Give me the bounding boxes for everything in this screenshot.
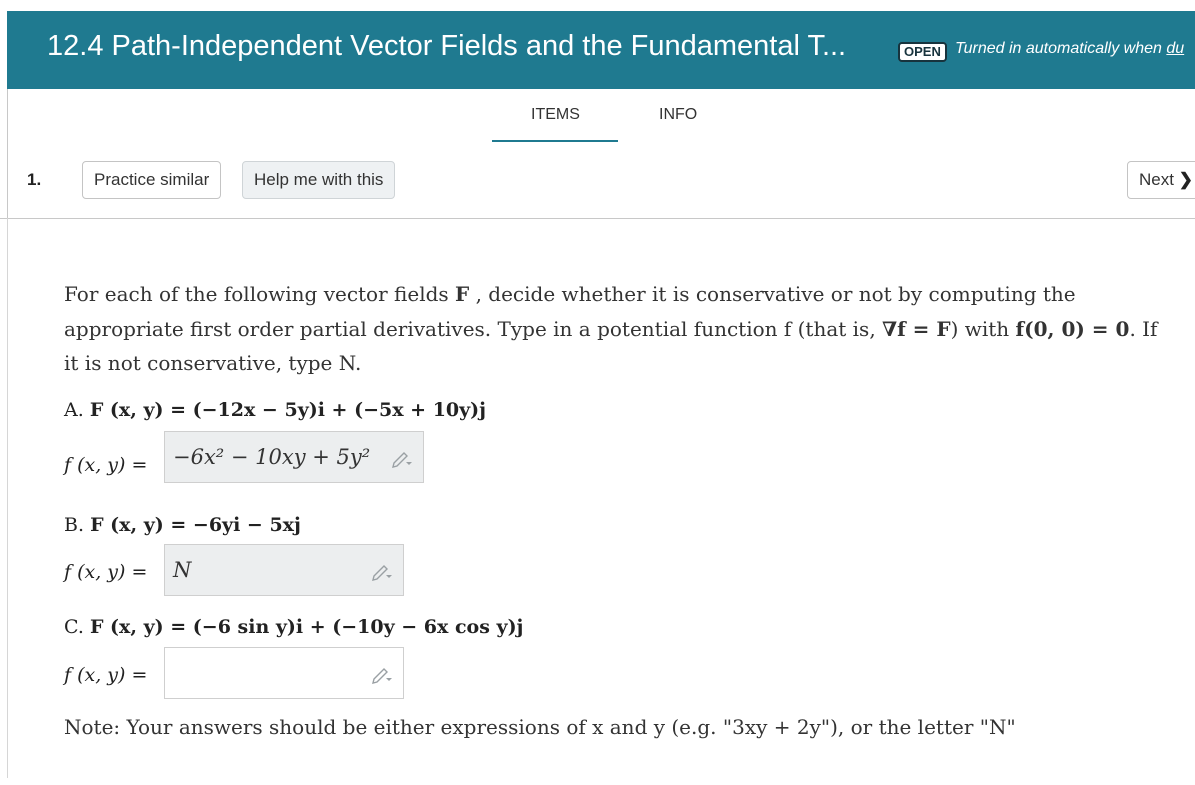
content-left-border: [7, 218, 8, 778]
intro-text-1: For each of the following vector fields: [64, 282, 456, 306]
assignment-title: 12.4 Path-Independent Vector Fields and …: [47, 30, 847, 62]
part-b-field: B. F (x, y) = −6yi − 5xj: [64, 514, 301, 536]
assignment-header: 12.4 Path-Independent Vector Fields and …: [7, 11, 1195, 89]
status-badge: OPEN: [898, 42, 947, 62]
toolbar-divider: [0, 218, 1195, 219]
part-b-answer-value: N: [173, 558, 192, 582]
part-a-answer-field[interactable]: −6x² − 10xy + 5y²: [164, 431, 424, 483]
initial-condition: f(0, 0) = 0: [1015, 316, 1130, 341]
next-button[interactable]: Next ❯: [1127, 161, 1195, 199]
part-c-f-label: f (x, y) =: [64, 664, 148, 686]
gradient-expression: ∇f = F: [882, 316, 951, 341]
tab-bar: ITEMS INFO: [0, 100, 1195, 144]
pencil-edit-icon[interactable]: [371, 664, 393, 684]
part-a-f-label: f (x, y) =: [64, 454, 148, 476]
status-text: Turned in automatically when du: [955, 40, 1184, 58]
part-b-f-label: f (x, y) =: [64, 561, 148, 583]
chevron-right-icon: ❯: [1178, 170, 1193, 189]
question-text: For each of the following vector fields …: [64, 277, 1174, 381]
part-a-field: A. F (x, y) = (−12x − 5y)i + (−5x + 10y)…: [64, 399, 486, 421]
part-c-letter: C.: [64, 616, 84, 638]
intro-text-3: ) with: [950, 316, 1016, 341]
practice-similar-button[interactable]: Practice similar: [82, 161, 222, 199]
status-prefix: Turned in automatically when: [955, 40, 1167, 57]
tab-info[interactable]: INFO: [659, 106, 697, 124]
part-c-answer-field[interactable]: [164, 647, 404, 699]
next-label: Next: [1139, 170, 1174, 189]
part-b-expression: F (x, y) = −6yi − 5xj: [90, 514, 301, 536]
status-link[interactable]: du: [1166, 40, 1184, 57]
part-b-answer-field[interactable]: N: [164, 544, 404, 596]
note-text: Note: Your answers should be either expr…: [64, 715, 1016, 739]
part-a-expression: F (x, y) = (−12x − 5y)i + (−5x + 10y)j: [89, 399, 487, 421]
part-c-field: C. F (x, y) = (−6 sin y)i + (−10y − 6x c…: [64, 616, 523, 638]
question-number: 1.: [27, 170, 42, 189]
part-b-letter: B.: [64, 514, 85, 536]
help-me-button[interactable]: Help me with this: [242, 161, 396, 199]
pencil-edit-icon[interactable]: [391, 448, 413, 468]
part-a-letter: A.: [64, 399, 84, 421]
pencil-edit-icon[interactable]: [371, 561, 393, 581]
tab-items[interactable]: ITEMS: [531, 106, 580, 124]
part-c-expression: F (x, y) = (−6 sin y)i + (−10y − 6x cos …: [89, 616, 524, 638]
part-a-answer-value: −6x² − 10xy + 5y²: [173, 445, 371, 469]
intro-F: F: [455, 282, 470, 306]
active-tab-indicator: [492, 140, 618, 142]
